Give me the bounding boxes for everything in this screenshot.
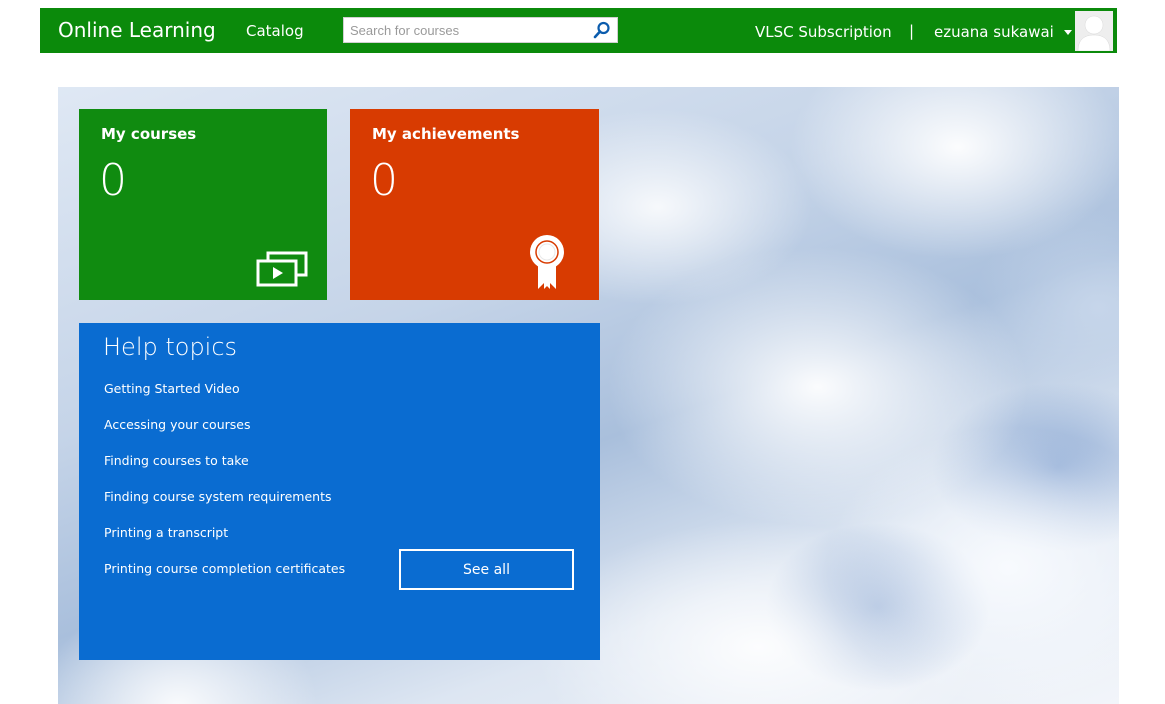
user-silhouette-icon	[1075, 11, 1113, 51]
see-all-button[interactable]: See all	[399, 549, 574, 590]
help-link-printing-transcript[interactable]: Printing a transcript	[104, 524, 345, 560]
my-courses-title: My courses	[101, 125, 197, 143]
video-stack-icon	[256, 251, 308, 287]
help-link-getting-started[interactable]: Getting Started Video	[104, 380, 345, 416]
user-name-menu[interactable]: ezuana sukawai	[934, 23, 1054, 41]
my-achievements-title: My achievements	[372, 125, 520, 143]
nav-catalog-link[interactable]: Catalog	[246, 22, 304, 40]
top-navigation-bar: Online Learning Catalog VLSC Subscriptio…	[40, 8, 1117, 53]
help-topics-list: Getting Started Video Accessing your cou…	[104, 380, 345, 596]
help-link-accessing-courses[interactable]: Accessing your courses	[104, 416, 345, 452]
help-topics-panel: Help topics Getting Started Video Access…	[79, 323, 600, 660]
my-achievements-count: 0	[370, 155, 398, 206]
help-link-finding-courses[interactable]: Finding courses to take	[104, 452, 345, 488]
search-box	[343, 17, 618, 43]
chevron-down-icon[interactable]	[1064, 30, 1072, 35]
my-courses-count: 0	[99, 155, 127, 206]
help-link-system-requirements[interactable]: Finding course system requirements	[104, 488, 345, 524]
my-courses-tile[interactable]: My courses 0	[79, 109, 327, 300]
help-link-printing-certificates[interactable]: Printing course completion certificates	[104, 560, 345, 596]
avatar[interactable]	[1075, 11, 1113, 51]
search-icon[interactable]	[593, 21, 611, 39]
help-topics-title: Help topics	[103, 333, 238, 361]
award-ribbon-icon	[530, 235, 564, 289]
brand-title[interactable]: Online Learning	[58, 18, 216, 42]
search-input[interactable]	[344, 18, 584, 42]
header-separator: |	[909, 22, 915, 40]
my-achievements-tile[interactable]: My achievements 0	[350, 109, 599, 300]
subscription-link[interactable]: VLSC Subscription	[755, 23, 892, 41]
